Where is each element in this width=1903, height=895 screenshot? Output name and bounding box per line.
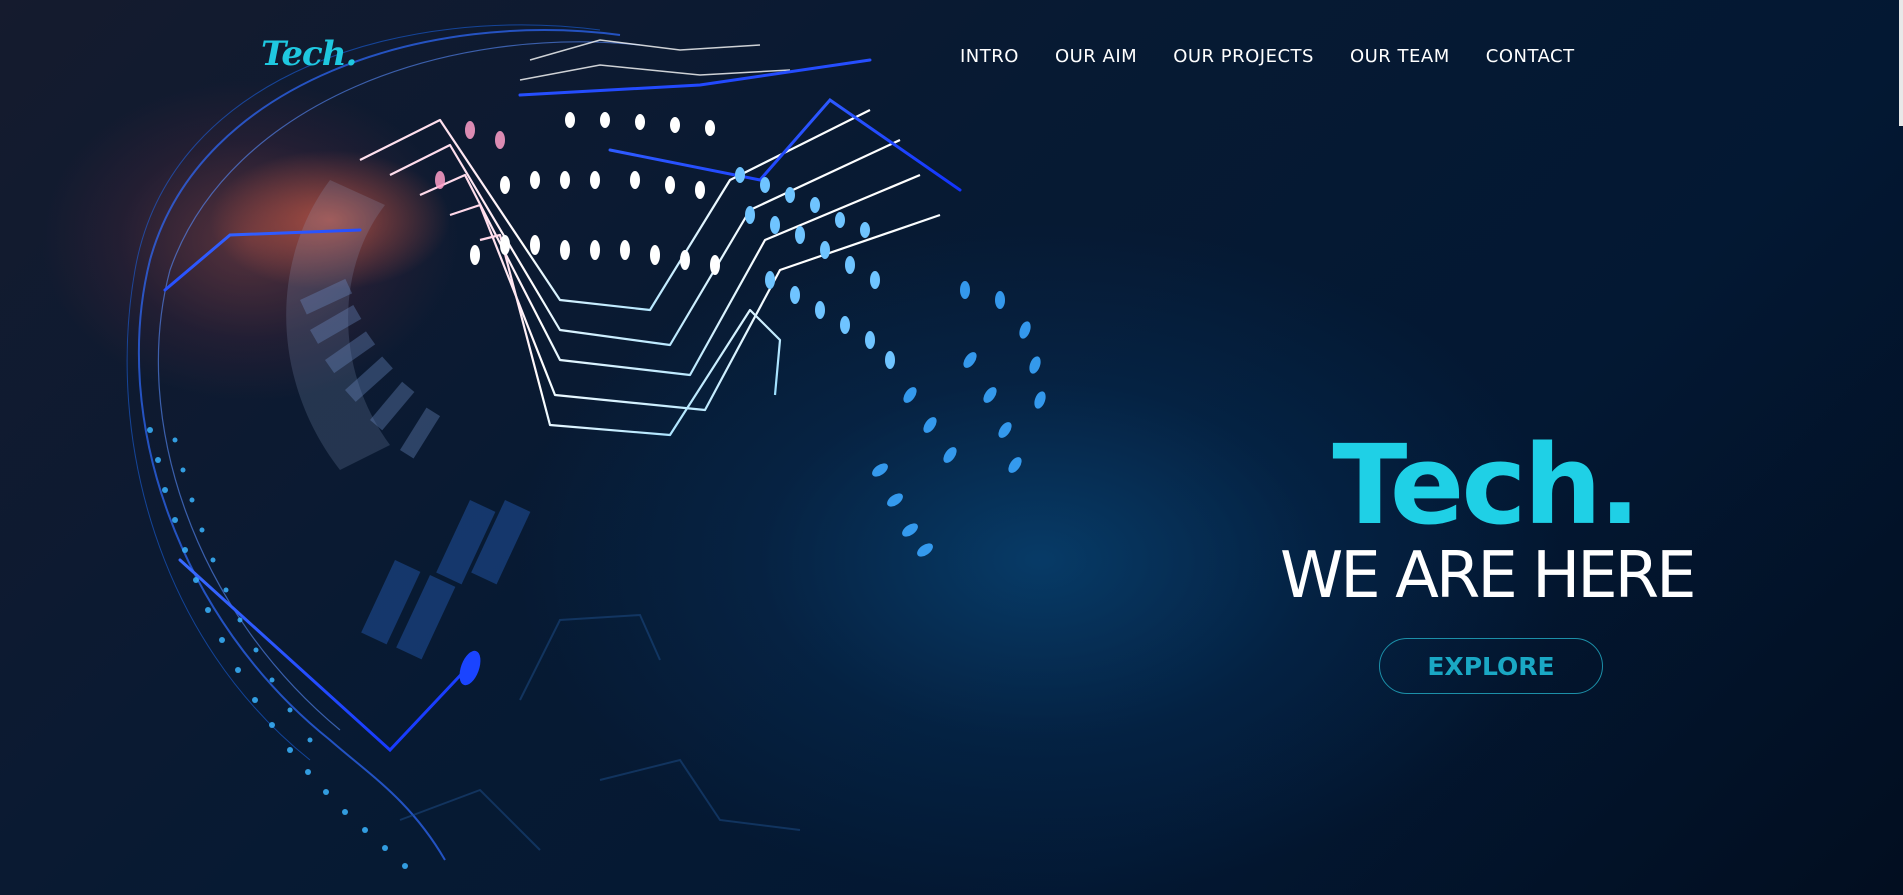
nav-item-our-projects[interactable]: OUR PROJECTS <box>1173 46 1314 67</box>
nav-item-intro[interactable]: INTRO <box>960 46 1019 67</box>
hero-section: Tech. WE ARE HERE <box>1280 421 1697 613</box>
landing-page: Tech. INTRO OUR AIM OUR PROJECTS OUR TEA… <box>0 0 1903 895</box>
logo[interactable]: Tech. <box>261 34 357 74</box>
nav-item-our-team[interactable]: OUR TEAM <box>1350 46 1450 67</box>
nav-item-our-aim[interactable]: OUR AIM <box>1055 46 1137 67</box>
main-nav: INTRO OUR AIM OUR PROJECTS OUR TEAM CONT… <box>960 46 1611 67</box>
hero-title: Tech. <box>1332 421 1640 549</box>
circuit-globe-illustration <box>126 24 1046 869</box>
hero-subtitle: WE ARE HERE <box>1280 539 1697 613</box>
nav-item-contact[interactable]: CONTACT <box>1486 46 1575 67</box>
explore-button[interactable]: EXPLORE <box>1379 638 1603 694</box>
scrollbar-thumb[interactable] <box>1899 0 1903 126</box>
